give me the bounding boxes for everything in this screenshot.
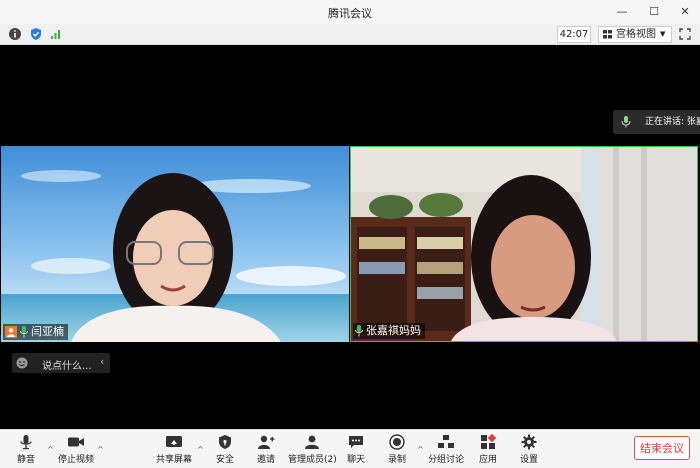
meeting-info-bar: 42:07 宫格视图 ▼ (0, 24, 700, 45)
view-mode-label: 宫格视图 (616, 29, 656, 40)
microphone-icon (20, 326, 28, 338)
chevron-up-icon[interactable]: ^ (197, 445, 204, 454)
breakout-icon (438, 435, 454, 448)
participant-video-1 (1, 146, 349, 342)
chat-button[interactable]: 聊天 (336, 434, 376, 466)
maximize-button[interactable]: ☐ (643, 3, 665, 21)
invite-label: 邀请 (256, 455, 275, 465)
microphone-icon (20, 435, 32, 450)
invite-button[interactable]: 邀请 (246, 434, 286, 466)
apps-label: 应用 (478, 455, 497, 465)
security-button[interactable]: 安全 (205, 434, 245, 466)
speaking-indicator: 正在讲话: 张嘉 (613, 110, 700, 134)
title-bar: 腾讯会议 — ☐ ✕ (0, 0, 700, 25)
apps-button[interactable]: 应用 (468, 434, 508, 466)
window-title: 腾讯会议 (328, 7, 372, 20)
emoji-icon[interactable] (16, 357, 28, 369)
minimize-button[interactable]: — (611, 3, 633, 21)
record-button[interactable]: 录制 (377, 434, 417, 466)
meeting-toolbar: 静音 ^ 停止视频 ^ 共享屏幕 ^ 安全 邀请 管理成员(2) 聊天 录制 ^… (0, 429, 700, 468)
shield-icon (219, 435, 231, 449)
close-button[interactable]: ✕ (674, 3, 696, 21)
share-screen-icon (166, 436, 182, 447)
settings-button[interactable]: 设置 (509, 434, 549, 466)
shield-icon[interactable] (29, 27, 43, 41)
chevron-down-icon: ▼ (660, 30, 666, 38)
participant-name: 闫亚楠 (31, 325, 64, 338)
breakout-rooms-button[interactable]: 分组讨论 (426, 434, 466, 466)
mute-button[interactable]: 静音 (6, 434, 46, 466)
microphone-icon (355, 325, 363, 337)
breakout-label: 分组讨论 (427, 455, 464, 465)
manage-members-button[interactable]: 管理成员(2) (288, 434, 337, 466)
info-icon[interactable] (8, 27, 22, 41)
fullscreen-icon[interactable] (678, 27, 692, 41)
stop-video-label: 停止视频 (57, 455, 94, 465)
chevron-up-icon[interactable]: ^ (417, 445, 424, 454)
mute-label: 静音 (16, 455, 35, 465)
security-label: 安全 (215, 455, 234, 465)
chevron-left-icon[interactable]: ‹ (100, 355, 104, 368)
video-tile-participant-2[interactable]: 张嘉祺妈妈 (350, 146, 698, 342)
host-icon (5, 326, 17, 338)
network-signal-icon[interactable] (49, 27, 63, 41)
participant-video-2 (351, 147, 697, 341)
gear-icon (521, 434, 537, 450)
chat-placeholder[interactable]: 说点什么... (42, 357, 92, 372)
members-icon (305, 435, 319, 449)
video-tile-participant-1[interactable]: 闫亚楠 (1, 146, 349, 342)
chat-input-bar[interactable]: 说点什么... ‹ (12, 353, 110, 373)
chevron-up-icon[interactable]: ^ (47, 445, 54, 454)
speaking-text: 正在讲话: 张嘉 (645, 117, 700, 127)
stop-video-button[interactable]: 停止视频 (56, 434, 96, 466)
chevron-up-icon[interactable]: ^ (97, 445, 104, 454)
camera-icon (68, 437, 84, 447)
apps-icon (481, 434, 496, 449)
end-meeting-button[interactable]: 结束会议 (634, 436, 690, 460)
meeting-timer: 42:07 (557, 26, 591, 43)
record-label: 录制 (387, 455, 406, 465)
chat-label: 聊天 (346, 455, 365, 465)
chat-icon (349, 436, 363, 448)
microphone-icon (621, 116, 631, 128)
add-user-icon (258, 435, 275, 449)
participant-name-tag-2: 张嘉祺妈妈 (353, 323, 425, 339)
settings-label: 设置 (519, 455, 538, 465)
participant-name: 张嘉祺妈妈 (366, 324, 421, 337)
share-screen-button[interactable]: 共享屏幕 (154, 434, 194, 466)
grid-icon (603, 30, 612, 39)
view-mode-dropdown[interactable]: 宫格视图 ▼ (598, 26, 672, 43)
share-screen-label: 共享屏幕 (155, 455, 192, 465)
record-icon (389, 434, 405, 450)
participant-name-tag-1: 闫亚楠 (3, 324, 68, 340)
manage-members-label: 管理成员(2) (288, 455, 337, 465)
